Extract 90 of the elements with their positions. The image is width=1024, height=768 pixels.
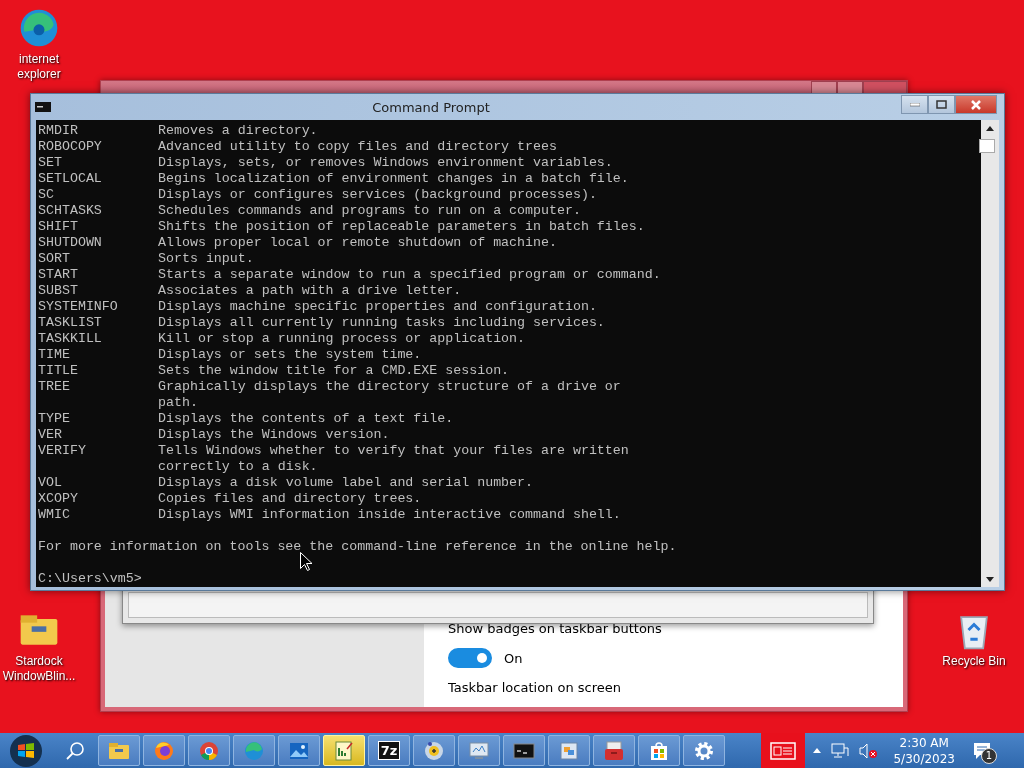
command-description: Allows proper local or remote shutdown of machine. [158, 235, 557, 251]
minimize-icon [909, 102, 920, 107]
command-name: TASKLIST [38, 315, 103, 331]
command-description: Kill or stop a running process or application. [158, 331, 526, 347]
command-name: SCHTASKS [38, 203, 103, 219]
maximize-button[interactable] [928, 95, 955, 114]
command-name: TITLE [38, 363, 79, 379]
app-logo: 7z [377, 741, 401, 760]
command-name: VOL [38, 475, 63, 491]
command-description: correctly to a disk. [158, 459, 318, 475]
command-description: Advanced utility to copy files and directory trees [158, 139, 557, 155]
command-description: Graphically displays the directory structure of a drive or [158, 379, 621, 395]
command-name: SC [38, 187, 55, 203]
toolbox-icon [602, 738, 626, 763]
notepad-icon [332, 738, 356, 763]
command-description: Displays, sets, or removes Windows environment variables. [158, 155, 613, 171]
command-name: VERIFY [38, 443, 87, 459]
scroll-thumb[interactable] [979, 139, 995, 153]
mouse-cursor-icon [300, 552, 312, 571]
minimize-button[interactable] [901, 95, 928, 114]
desktop-icon-label[interactable]: Recycle Bin [942, 654, 1006, 669]
setting-label: Show badges on taskbar buttons [448, 621, 663, 636]
maximize-button[interactable] [837, 81, 863, 93]
scrollbar[interactable] [981, 120, 999, 587]
command-name: WMIC [38, 507, 71, 523]
setting-label: Taskbar location on screen [448, 680, 622, 695]
command-name: SUBST [38, 283, 79, 299]
command-name: RMDIR [38, 123, 79, 139]
command-name: TIME [38, 347, 71, 363]
start-button[interactable] [10, 734, 42, 767]
clock-time[interactable]: 2:30 AM [899, 734, 949, 751]
maximize-icon [936, 100, 947, 109]
command-description: Associates a path with a drive letter. [158, 283, 462, 299]
command-description: path. [158, 395, 198, 411]
scroll-down-icon[interactable] [986, 576, 994, 582]
command-description: Begins localization of environment changes in a batch file. [158, 171, 629, 187]
window-title: Command Prompt [371, 99, 491, 115]
command-description: Displays or configures services (background processes). [158, 187, 597, 203]
search-icon[interactable] [65, 740, 85, 761]
command-description: Sets the window title for a CMD.EXE session. [158, 363, 510, 379]
taskbar-app-button[interactable] [593, 735, 635, 766]
terminal-icon [35, 102, 51, 112]
command-name: TREE [38, 379, 71, 395]
toggle-switch[interactable] [448, 648, 492, 668]
news-icon[interactable] [770, 740, 797, 761]
command-name: SYSTEMINFO [38, 299, 119, 315]
command-description: Displays WMI information inside interactive command shell. [158, 507, 621, 523]
command-description: Copies files and directory trees. [158, 491, 422, 507]
command-name: SETLOCAL [38, 171, 103, 187]
command-name: SORT [38, 251, 71, 267]
command-description: Tells Windows whether to verify that your files are written [158, 443, 629, 459]
command-name: ROBOCOPY [38, 139, 103, 155]
command-description: Displays the contents of a text file. [158, 411, 454, 427]
caret-icon[interactable] [813, 748, 822, 753]
command-description: Schedules commands and programs to run on a computer. [158, 203, 581, 219]
taskbar-app-button[interactable] [683, 735, 725, 766]
network-icon[interactable] [831, 742, 850, 759]
taskbar-app-button[interactable]: 7z [368, 735, 410, 766]
minimize-button[interactable] [811, 81, 837, 93]
console-text: For more information on tools see the command-line reference in the online help. [38, 539, 678, 555]
command-description: Shifts the position of replaceable parameters in batch files. [158, 219, 645, 235]
command-name: START [38, 267, 79, 283]
close-icon [970, 99, 982, 110]
command-description: Displays all currently running tasks including services. [158, 315, 605, 331]
close-button[interactable] [955, 95, 997, 114]
command-name: SET [38, 155, 63, 171]
taskbar-app-button[interactable] [143, 735, 185, 766]
toggle-state: On [504, 650, 523, 666]
desktop-icon-label[interactable]: Stardock WindowBlin... [0, 654, 78, 684]
taskbar-app-button[interactable] [503, 735, 545, 766]
desktop-icon-label[interactable]: internet explorer [0, 52, 78, 82]
command-description: Starts a separate window to run a specified program or command. [158, 267, 661, 283]
command-description: Removes a directory. [158, 123, 318, 139]
command-name: XCOPY [38, 491, 79, 507]
command-name: SHIFT [38, 219, 79, 235]
scroll-up-icon[interactable] [986, 125, 994, 131]
command-description: Sorts input. [158, 251, 254, 267]
command-name: TASKKILL [38, 331, 103, 347]
command-description: Displays machine specific properties and configuration. [158, 299, 597, 315]
command-description: Displays or sets the system time. [158, 347, 422, 363]
notification-button[interactable]: 1 [969, 737, 995, 764]
command-name: SHUTDOWN [38, 235, 103, 251]
command-name: VER [38, 427, 63, 443]
command-prompt-line[interactable]: C:\Users\vm5> [38, 571, 981, 587]
command-description: Displays a disk volume label and serial number. [158, 475, 534, 491]
clock-date[interactable]: 5/30/2023 [893, 750, 955, 767]
taskbar-app-button[interactable] [638, 735, 680, 766]
command-name: TYPE [38, 411, 71, 427]
muted-speaker-icon[interactable] [859, 742, 880, 759]
command-description: Displays the Windows version. [158, 427, 390, 443]
